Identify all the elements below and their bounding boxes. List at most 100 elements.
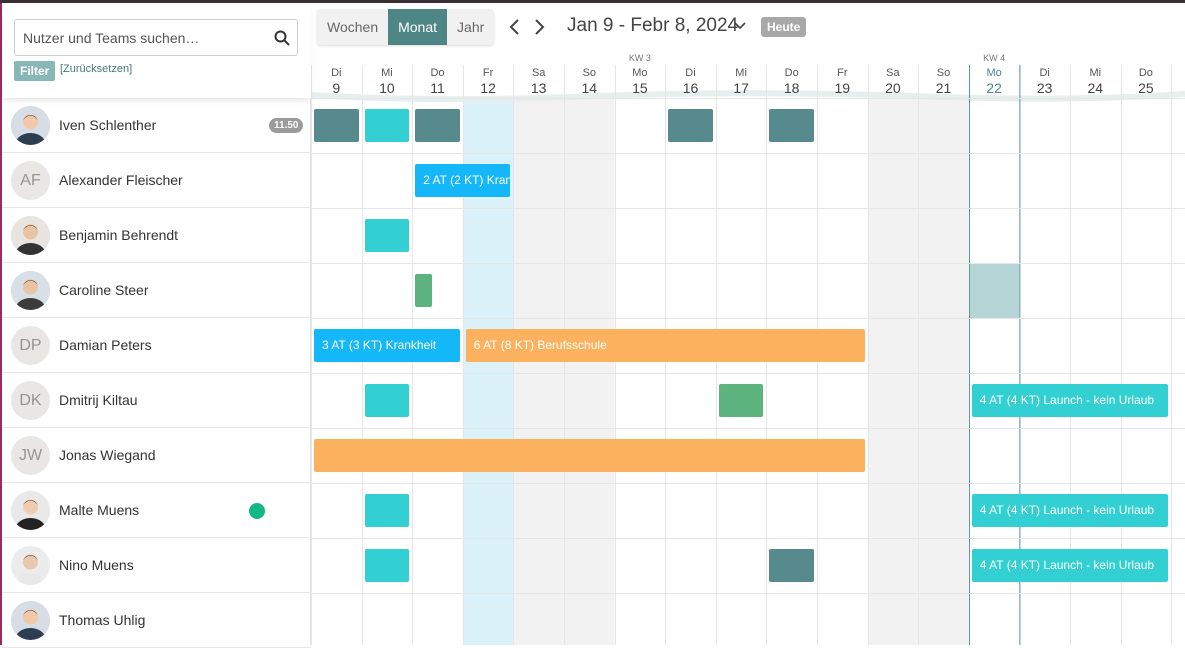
day-date-label[interactable]: 17 xyxy=(721,80,761,96)
day-date-label[interactable]: 21 xyxy=(924,80,964,96)
user-row[interactable]: Thomas Uhlig xyxy=(2,593,311,648)
user-name: Thomas Uhlig xyxy=(59,612,146,628)
calendar-entry[interactable] xyxy=(364,109,410,142)
calendar-entry[interactable] xyxy=(314,439,865,472)
day-of-week-label: So xyxy=(936,67,951,79)
calendar-entry[interactable] xyxy=(314,109,359,142)
avatar: AF xyxy=(11,161,50,200)
absence-entry[interactable]: 4 AT (4 KT) Launch - kein Urlaub xyxy=(971,384,1169,417)
avatar: DK xyxy=(11,381,50,420)
absence-entry[interactable]: 2 AT (2 KT) Krankheit xyxy=(415,164,511,197)
chevron-left-icon[interactable] xyxy=(508,18,522,36)
calendar-toolbar: Wochen Monat Jahr Jan 9 - Febr 8, 2024 Heu… xyxy=(311,3,1185,51)
view-button-jahr[interactable]: Jahr xyxy=(447,9,495,45)
user-row[interactable]: DK Dmitrij Kiltau xyxy=(2,373,311,428)
filter-button[interactable]: Filter xyxy=(14,61,56,81)
avatar: DP xyxy=(11,326,50,365)
day-of-week-label: Mi xyxy=(735,67,747,79)
day-of-week-label: Do xyxy=(784,67,799,79)
selected-cell[interactable] xyxy=(969,264,1020,318)
absence-entry[interactable]: 6 AT (8 KT) Berufsschule xyxy=(465,329,865,362)
day-date-label[interactable]: 23 xyxy=(1025,80,1065,96)
user-row[interactable]: Nino Muens xyxy=(2,538,311,593)
day-of-week-label: Do xyxy=(430,67,445,79)
day-date-label[interactable]: 24 xyxy=(1075,80,1115,96)
avatar: JW xyxy=(11,436,50,475)
day-of-week-label: So xyxy=(582,67,597,79)
day-date-label[interactable]: 9 xyxy=(316,80,356,96)
user-row[interactable]: DP Damian Peters xyxy=(2,318,311,373)
search-input[interactable] xyxy=(23,20,273,55)
user-name: Benjamin Behrendt xyxy=(59,227,179,243)
user-list: Iven Schlenther 11.50 AF Alexander Fleische… xyxy=(2,98,311,648)
avatar xyxy=(11,216,50,255)
absence-entry[interactable]: 3 AT (3 KT) Krankheit xyxy=(314,329,460,362)
user-name: Alexander Fleischer xyxy=(59,172,183,188)
user-name: Iven Schlenther xyxy=(59,117,157,133)
avatar xyxy=(11,106,50,145)
day-of-week-label: Sa xyxy=(886,67,900,79)
avatar xyxy=(11,491,50,530)
day-date-label[interactable]: 13 xyxy=(519,80,559,96)
calendar-entry[interactable] xyxy=(364,549,410,582)
week-number-label: KW 3 xyxy=(628,53,651,63)
day-date-label[interactable]: 14 xyxy=(569,80,609,96)
day-date-label[interactable]: 15 xyxy=(620,80,660,96)
calendar-entry[interactable] xyxy=(769,549,814,582)
user-row[interactable]: Caroline Steer xyxy=(2,263,311,318)
online-status-dot xyxy=(249,503,265,519)
calendar-grid: KW 3 KW 4 Di 9 Mi 10 Do 11 Fr 12 Sa 13 So 14 Mo 15 Di 16 M… xyxy=(311,51,1185,645)
view-button-wochen[interactable]: Wochen xyxy=(317,9,389,45)
user-row[interactable]: AF Alexander Fleischer xyxy=(2,153,311,208)
date-range-label[interactable]: Jan 9 - Febr 8, 2024 xyxy=(567,15,738,37)
weekend-column xyxy=(867,98,919,645)
day-of-week-label: Di xyxy=(685,67,696,79)
day-date-label[interactable]: 12 xyxy=(468,80,508,96)
chevron-right-icon[interactable] xyxy=(532,18,546,36)
weekend-column xyxy=(513,98,564,645)
reset-filter-link[interactable]: [Zurücksetzen] xyxy=(60,63,132,75)
day-of-week-label: Do xyxy=(1138,67,1153,79)
absence-entry[interactable]: 4 AT (4 KT) Launch - kein Urlaub xyxy=(971,549,1169,582)
calendar-entry[interactable] xyxy=(415,274,432,307)
view-button-monat[interactable]: Monat xyxy=(388,9,448,45)
weekend-column xyxy=(918,98,969,645)
day-date-label[interactable]: 19 xyxy=(822,80,862,96)
calendar-entry[interactable] xyxy=(718,384,764,417)
day-date-label[interactable]: 18 xyxy=(772,80,812,96)
calendar-entry[interactable] xyxy=(364,494,410,527)
week-number-label: KW 4 xyxy=(983,53,1006,63)
day-date-label[interactable]: 20 xyxy=(873,80,913,96)
avatar xyxy=(11,271,50,310)
day-date-label[interactable]: 10 xyxy=(367,80,407,96)
day-date-label[interactable]: 25 xyxy=(1126,80,1166,96)
user-name: Dmitrij Kiltau xyxy=(59,392,138,408)
absence-entry[interactable]: 4 AT (4 KT) Launch - kein Urlaub xyxy=(971,494,1169,527)
calendar-entry[interactable] xyxy=(769,109,814,142)
calendar-entry[interactable] xyxy=(668,109,713,142)
search-box[interactable] xyxy=(14,19,298,56)
avatar xyxy=(11,546,50,585)
user-sidebar: Filter [Zurücksetzen] Iven Schlenther 11.… xyxy=(2,3,311,648)
user-row[interactable]: Benjamin Behrendt xyxy=(2,208,311,263)
day-of-week-label: Di xyxy=(1039,67,1050,79)
sidebar-header: Filter [Zurücksetzen] xyxy=(2,3,311,98)
chevron-down-icon[interactable] xyxy=(734,21,746,31)
user-row[interactable]: JW Jonas Wiegand xyxy=(2,428,311,483)
today-button[interactable]: Heute xyxy=(761,17,807,37)
user-name: Nino Muens xyxy=(59,557,134,573)
calendar-entry[interactable] xyxy=(364,384,410,417)
user-row[interactable]: Malte Muens xyxy=(2,483,311,538)
search-icon[interactable] xyxy=(274,30,290,46)
calendar-entry[interactable] xyxy=(364,219,410,252)
calendar-entry[interactable] xyxy=(415,109,460,142)
avatar xyxy=(11,601,50,640)
user-row[interactable]: Iven Schlenther 11.50 xyxy=(2,98,311,153)
day-date-label[interactable]: 11 xyxy=(418,80,458,96)
day-of-week-label: Mo xyxy=(986,67,1002,79)
day-of-week-label: Fr xyxy=(482,67,494,79)
day-date-label[interactable]: 16 xyxy=(671,80,711,96)
weekend-column xyxy=(564,98,615,645)
day-of-week-label: Sa xyxy=(531,67,546,79)
day-date-label[interactable]: 22 xyxy=(974,80,1014,96)
